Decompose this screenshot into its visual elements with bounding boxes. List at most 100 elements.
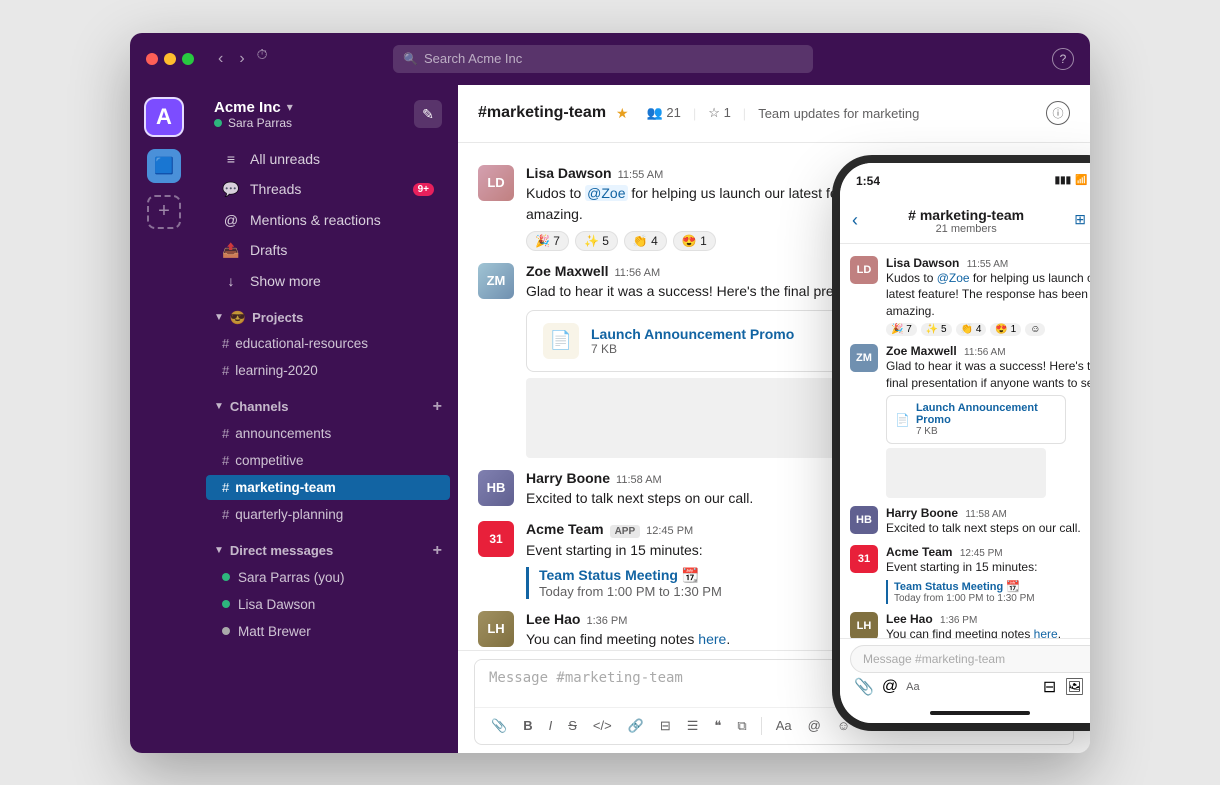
reaction-item[interactable]: 🎉 7 [526, 231, 569, 251]
close-button[interactable] [146, 53, 158, 65]
projects-label: Projects [252, 310, 303, 325]
mobile-file-info: Launch Announcement Promo 7 KB [916, 402, 1057, 437]
channel-item-learning-2020[interactable]: # learning-2020 [206, 358, 450, 383]
mobile-sticker-icon[interactable]: ⊟ [1043, 677, 1056, 697]
show-more-icon: ↓ [222, 273, 240, 289]
nav-item-mentions[interactable]: @ Mentions & reactions [206, 206, 450, 234]
search-bar[interactable]: 🔍 [393, 45, 813, 73]
mention[interactable]: @Zoe [585, 185, 627, 201]
projects-section-header[interactable]: ▼ 😎 Projects [198, 296, 458, 330]
minimize-button[interactable] [164, 53, 176, 65]
ordered-list-button[interactable]: ⊟ [654, 714, 677, 738]
bold-button[interactable]: B [517, 714, 538, 737]
dm-item-matt[interactable]: Matt Brewer [206, 619, 450, 644]
add-channel-button[interactable]: + [433, 398, 442, 416]
channel-label: announcements [235, 426, 331, 441]
channels-section-header[interactable]: ▼ Channels + [198, 384, 458, 420]
mobile-message-content: Lee Hao 1:36 PM You can find meeting not… [886, 612, 1061, 637]
mobile-reaction-item[interactable]: 😍 1 [990, 323, 1021, 336]
mobile-attach-icon[interactable]: 📎 [854, 677, 874, 697]
avatar: LH [478, 611, 514, 647]
strikethrough-button[interactable]: S [562, 714, 583, 737]
dm-name: Sara Parras (you) [238, 570, 345, 585]
hash-icon: # [222, 480, 229, 495]
bullet-list-button[interactable]: ☰ [681, 714, 705, 738]
reaction-item[interactable]: 👏 4 [624, 231, 667, 251]
italic-button[interactable]: I [543, 714, 559, 737]
mobile-msg-header: Lisa Dawson 11:55 AM [886, 256, 1090, 270]
drafts-icon: 📤 [222, 242, 240, 259]
text-size-button[interactable]: Aa [770, 714, 798, 737]
mentions-label: Mentions & reactions [250, 212, 381, 228]
history-button[interactable]: ⏱ [257, 46, 268, 72]
message-author: Lee Hao [526, 611, 580, 627]
hash-icon: # [222, 507, 229, 522]
mobile-message-content: Acme Team 12:45 PM Event starting in 15 … [886, 545, 1037, 604]
fullscreen-button[interactable] [182, 53, 194, 65]
mobile-file-icon: 📄 [895, 413, 910, 427]
mobile-back-button[interactable]: ‹ [852, 210, 858, 231]
mobile-file-size: 7 KB [916, 426, 1057, 437]
mobile-text-size-icon[interactable]: Aa [906, 681, 919, 693]
link-button[interactable]: 🔗 [622, 714, 650, 738]
mobile-reaction-item[interactable]: ☺ [1025, 323, 1045, 336]
channel-item-announcements[interactable]: # announcements [206, 421, 450, 446]
nav-buttons: ‹ › ⏱ [214, 46, 268, 72]
attach-button[interactable]: 📎 [485, 714, 513, 738]
mention-button[interactable]: @ [802, 714, 827, 737]
file-name[interactable]: Launch Announcement Promo [591, 326, 869, 342]
mobile-msg-text: You can find meeting notes here. [886, 626, 1061, 637]
mobile-event-title[interactable]: Team Status Meeting 📆 [894, 580, 1037, 593]
back-button[interactable]: ‹ [214, 46, 227, 72]
code-button[interactable]: </> [587, 714, 618, 737]
workspace-icon-secondary[interactable]: 🟦 [147, 149, 181, 183]
mobile-message-row: LH Lee Hao 1:36 PM You can find meeting … [840, 608, 1090, 637]
mobile-gif-icon[interactable]: 🖼 [1064, 677, 1084, 697]
channel-item-competitive[interactable]: # competitive [206, 448, 450, 473]
nav-item-drafts[interactable]: 📤 Drafts [206, 236, 450, 265]
mobile-video-icon[interactable]: ⊞ [1074, 211, 1086, 231]
nav-item-show-more[interactable]: ↓ Show more [206, 267, 450, 295]
mobile-message-input[interactable]: Message #marketing-team [850, 645, 1090, 673]
dm-item-sara[interactable]: Sara Parras (you) [206, 565, 450, 590]
message-author: Zoe Maxwell [526, 263, 608, 279]
search-input[interactable] [424, 51, 803, 66]
add-dm-button[interactable]: + [433, 542, 442, 560]
channel-item-marketing-team[interactable]: # marketing-team [206, 475, 450, 500]
nav-item-threads[interactable]: 💬 Threads 9+ [206, 175, 450, 204]
mobile-meeting-notes-link[interactable]: here [1034, 627, 1058, 637]
dm-item-lisa[interactable]: Lisa Dawson [206, 592, 450, 617]
reaction-item[interactable]: ✨ 5 [575, 231, 618, 251]
workspace-icon-primary[interactable]: A [144, 97, 184, 137]
member-count: 👥 21 [647, 105, 681, 121]
channel-item-educational-resources[interactable]: # educational-resources [206, 331, 450, 356]
message-time: 12:45 PM [646, 525, 693, 537]
channel-item-quarterly-planning[interactable]: # quarterly-planning [206, 502, 450, 527]
dm-section-header[interactable]: ▼ Direct messages + [198, 528, 458, 564]
channel-star-icon[interactable]: ★ [616, 105, 629, 122]
block-quote-button[interactable]: ❝ [708, 714, 727, 738]
mobile-overlay: 1:54 ▮▮▮ 📶 🔋 ‹ # marketing-team 21 membe… [840, 163, 1090, 723]
mobile-reaction-item[interactable]: 🎉 7 [886, 323, 917, 336]
meeting-notes-link[interactable]: here [698, 631, 726, 647]
workspace-header[interactable]: Acme Inc ▾ Sara Parras ✎ [198, 85, 458, 144]
templates-button[interactable]: ⧉ [731, 714, 752, 738]
mobile-reaction-item[interactable]: 👏 4 [956, 323, 987, 336]
threads-badge: 9+ [413, 183, 434, 196]
emoji-button[interactable]: ☺ [831, 714, 856, 737]
compose-button[interactable]: ✎ [414, 100, 442, 128]
add-workspace-button[interactable]: + [147, 195, 181, 229]
app-window: ‹ › ⏱ 🔍 ? A 🟦 + Acme I [130, 33, 1090, 753]
all-unreads-icon: ≡ [222, 151, 240, 167]
help-button[interactable]: ? [1052, 48, 1074, 70]
threads-icon: 💬 [222, 181, 240, 198]
reaction-item[interactable]: 😍 1 [673, 231, 716, 251]
channel-info-button[interactable]: ⓘ [1046, 101, 1070, 125]
forward-button[interactable]: › [235, 46, 248, 72]
mobile-mention-icon[interactable]: @ [882, 678, 898, 696]
nav-item-all-unreads[interactable]: ≡ All unreads [206, 145, 450, 173]
mobile-file-name[interactable]: Launch Announcement Promo [916, 402, 1057, 426]
mobile-reaction-item[interactable]: ✨ 5 [921, 323, 952, 336]
mobile-msg-author: Lee Hao [886, 612, 933, 626]
mobile-mention[interactable]: @Zoe [937, 271, 970, 285]
